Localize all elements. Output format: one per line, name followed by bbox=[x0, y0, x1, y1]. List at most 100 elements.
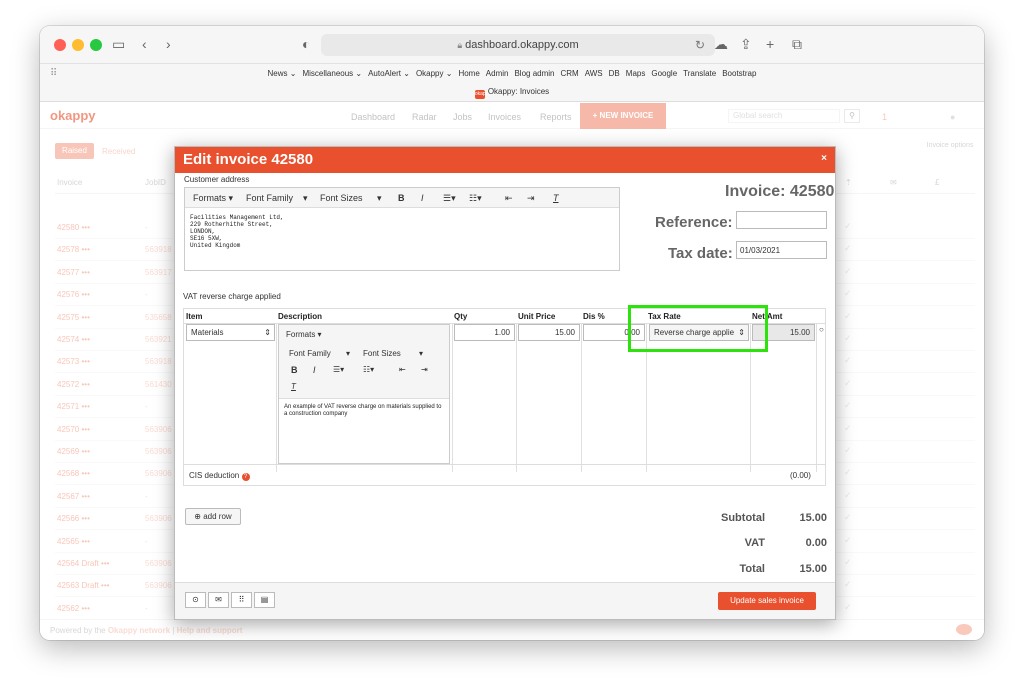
col-description: Description bbox=[278, 312, 323, 321]
font-sizes-dropdown[interactable]: Font Sizes bbox=[363, 349, 401, 358]
browser-toolbar: ▭ ‹ › ◐ 🔒︎ dashboard.okappy.com ↻ ☁ ⇪ + ⧉ bbox=[40, 26, 984, 64]
address-text: Facilities Management Ltd, 229 Rotherhit… bbox=[190, 214, 284, 249]
tab-title: Okappy: Invoices bbox=[487, 87, 550, 96]
edit-invoice-modal: Edit invoice 42580 × Customer address Fo… bbox=[174, 146, 836, 620]
qty-input[interactable]: 1.00 bbox=[454, 324, 515, 341]
font-sizes-dropdown[interactable]: Font Sizes bbox=[320, 193, 363, 203]
clear-format-icon[interactable]: T bbox=[553, 193, 559, 203]
email-icon[interactable]: ✉ bbox=[208, 592, 229, 608]
bookmark-aws[interactable]: AWS bbox=[585, 69, 603, 78]
clear-format-icon[interactable]: T bbox=[291, 382, 296, 391]
forward-icon[interactable]: › bbox=[166, 35, 171, 53]
indent-icon[interactable]: ⇥ bbox=[421, 365, 428, 374]
column-divider bbox=[581, 323, 582, 472]
bold-button[interactable]: B bbox=[398, 193, 405, 203]
plus-circle-icon: ⊕ bbox=[194, 512, 201, 521]
bookmark-news[interactable]: News ⌄ bbox=[268, 69, 297, 78]
column-divider bbox=[452, 323, 453, 472]
document-icon[interactable]: ▤ bbox=[254, 592, 275, 608]
numbered-list-icon[interactable]: ☷▾ bbox=[469, 193, 482, 204]
tab-okappy-invoices[interactable]: okappyOkappy: Invoices bbox=[40, 87, 984, 99]
bookmark-admin[interactable]: Admin bbox=[486, 69, 509, 78]
cis-deduction-value: (0.00) bbox=[790, 471, 811, 480]
grid-icon[interactable]: ⠿ bbox=[231, 592, 252, 608]
description-text: An example of VAT reverse charge on mate… bbox=[284, 404, 442, 417]
unit-price-input[interactable]: 15.00 bbox=[518, 324, 580, 341]
tax-rate-highlight-box bbox=[628, 305, 768, 352]
select-arrows-icon: ⇕ bbox=[264, 328, 271, 337]
numbered-list-icon[interactable]: ☷▾ bbox=[363, 365, 374, 374]
bold-button[interactable]: B bbox=[291, 365, 298, 375]
okappy-favicon: okappy bbox=[474, 90, 491, 99]
bookmark-google[interactable]: Google bbox=[651, 69, 677, 78]
close-window-button[interactable] bbox=[54, 39, 66, 51]
tab-overview-icon[interactable]: ⧉ bbox=[792, 35, 802, 53]
bookmark-db[interactable]: DB bbox=[609, 69, 620, 78]
modal-footer: ⊙ ✉ ⠿ ▤ Update sales invoice bbox=[175, 582, 835, 619]
indent-icon[interactable]: ⇥ bbox=[527, 193, 535, 204]
italic-button[interactable]: I bbox=[421, 193, 424, 203]
update-sales-invoice-button[interactable]: Update sales invoice bbox=[718, 592, 816, 610]
close-icon[interactable]: × bbox=[821, 153, 827, 164]
bullet-list-icon[interactable]: ☰▾ bbox=[333, 365, 344, 374]
outdent-icon[interactable]: ⇤ bbox=[399, 365, 406, 374]
address-line: United Kingdom bbox=[190, 242, 241, 249]
privacy-shield-icon[interactable]: ◐ bbox=[302, 35, 310, 53]
bookmark-autoalert[interactable]: AutoAlert ⌄ bbox=[368, 69, 410, 78]
bookmark-home[interactable]: Home bbox=[458, 69, 479, 78]
tax-date-input[interactable]: 01/03/2021 bbox=[736, 241, 827, 259]
cloud-icon[interactable]: ☁ bbox=[714, 35, 728, 53]
bookmark-links: News ⌄ Miscellaneous ⌄ AutoAlert ⌄ Okappy ⌄… bbox=[40, 69, 984, 78]
address-line: Facilities Management Ltd, bbox=[190, 214, 284, 221]
col-qty: Qty bbox=[454, 312, 468, 321]
font-family-dropdown[interactable]: Font Family bbox=[246, 193, 293, 203]
preview-icon[interactable]: ⊙ bbox=[185, 592, 206, 608]
address-line: 229 Rotherhithe Street, bbox=[190, 221, 273, 228]
remove-line-icon[interactable]: ○ bbox=[819, 325, 824, 334]
bookmark-bootstrap[interactable]: Bootstrap bbox=[722, 69, 756, 78]
reload-icon[interactable]: ↻ bbox=[695, 34, 705, 56]
vat-label: VAT bbox=[744, 537, 765, 549]
formats-dropdown[interactable]: Formats ▾ bbox=[193, 193, 233, 204]
bookmark-blog-admin[interactable]: Blog admin bbox=[514, 69, 554, 78]
reference-input[interactable] bbox=[736, 211, 827, 229]
dropdown-caret: ▾ bbox=[346, 349, 351, 358]
formats-dropdown[interactable]: Formats ▾ bbox=[286, 330, 322, 339]
subtotal-value: 15.00 bbox=[799, 512, 827, 524]
bookmarks-bar: ⠿ News ⌄ Miscellaneous ⌄ AutoAlert ⌄ Okappy… bbox=[40, 64, 984, 102]
dropdown-caret: ▾ bbox=[419, 349, 424, 358]
new-tab-icon[interactable]: + bbox=[766, 35, 774, 53]
total-value: 15.00 bbox=[799, 563, 827, 575]
add-row-button[interactable]: ⊕ add row bbox=[185, 508, 241, 525]
description-editor[interactable]: Formats ▾ Font Family ▾ Font Sizes ▾ B I… bbox=[278, 324, 450, 464]
invoice-number-heading: Invoice: 42580 bbox=[725, 183, 835, 200]
address-bar[interactable]: 🔒︎ dashboard.okappy.com ↻ bbox=[321, 34, 715, 56]
bookmark-maps[interactable]: Maps bbox=[626, 69, 646, 78]
bookmark-okappy[interactable]: Okappy ⌄ bbox=[416, 69, 453, 78]
description-editor-toolbar: Formats ▾ Font Family ▾ Font Sizes ▾ B I… bbox=[279, 325, 449, 399]
modal-title: Edit invoice 42580 bbox=[183, 151, 314, 168]
customer-address-label: Customer address bbox=[184, 175, 250, 184]
okappy-app: okappy Dashboard Radar Jobs Invoices Rep… bbox=[40, 103, 984, 640]
bullet-list-icon[interactable]: ☰▾ bbox=[443, 193, 456, 204]
bookmark-translate[interactable]: Translate bbox=[683, 69, 716, 78]
browser-window: ▭ ‹ › ◐ 🔒︎ dashboard.okappy.com ↻ ☁ ⇪ + ⧉… bbox=[40, 26, 984, 640]
total-label: Total bbox=[739, 563, 765, 575]
customer-address-editor[interactable]: Formats ▾ Font Family ▾ Font Sizes ▾ B I… bbox=[184, 187, 620, 271]
column-divider bbox=[516, 323, 517, 472]
font-family-dropdown[interactable]: Font Family bbox=[289, 349, 331, 358]
item-value: Materials bbox=[191, 328, 224, 337]
share-icon[interactable]: ⇪ bbox=[740, 35, 752, 53]
item-select[interactable]: Materials ⇕ bbox=[186, 324, 275, 341]
sidebar-icon[interactable]: ▭ bbox=[112, 35, 125, 53]
col-discount: Dis % bbox=[583, 312, 605, 321]
tax-date-label: Tax date: bbox=[668, 245, 733, 262]
bookmark-misc[interactable]: Miscellaneous ⌄ bbox=[302, 69, 362, 78]
maximize-window-button[interactable] bbox=[90, 39, 102, 51]
outdent-icon[interactable]: ⇤ bbox=[505, 193, 513, 204]
help-icon[interactable]: ? bbox=[241, 473, 250, 481]
minimize-window-button[interactable] bbox=[72, 39, 84, 51]
italic-button[interactable]: I bbox=[313, 365, 316, 375]
bookmark-crm[interactable]: CRM bbox=[561, 69, 579, 78]
back-icon[interactable]: ‹ bbox=[142, 35, 147, 53]
